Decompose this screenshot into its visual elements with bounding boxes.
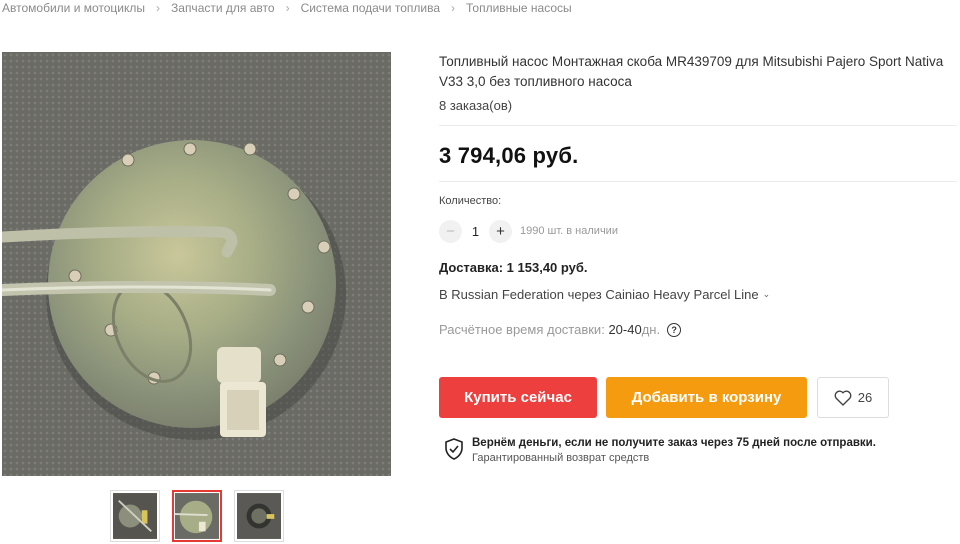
delivery-time: Расчётное время доставки: 20-40 дн. ?	[439, 322, 960, 337]
add-to-cart-button[interactable]: Добавить в корзину	[606, 377, 807, 418]
thumbnail-strip	[110, 490, 284, 542]
delivery-time-label: Расчётное время доставки:	[439, 322, 605, 337]
chevron-down-icon: ⌄	[762, 289, 771, 299]
thumbnail-3[interactable]	[234, 490, 284, 542]
delivery-time-suffix: дн.	[641, 322, 661, 337]
orders-count: 8 заказа(ов)	[439, 98, 513, 113]
chevron-right-icon: ›	[285, 1, 290, 15]
quantity-minus-button[interactable]: −	[439, 219, 462, 243]
thumbnail-2-active[interactable]	[172, 490, 222, 542]
quantity-value[interactable]: 1	[462, 224, 489, 239]
delivery-route-label: В Russian Federation через Cainiao Heavy…	[439, 287, 759, 302]
quantity-plus-button[interactable]: +	[489, 219, 512, 243]
delivery-route-selector[interactable]: В Russian Federation через Cainiao Heavy…	[439, 287, 960, 302]
chevron-right-icon: ›	[451, 1, 455, 15]
breadcrumb-item-fuel-system[interactable]: Система подачи топлива	[301, 1, 440, 15]
divider	[439, 125, 957, 126]
stock-available: 1990 шт. в наличии	[520, 225, 618, 237]
product-main-image[interactable]	[2, 52, 391, 476]
divider	[439, 181, 957, 182]
delivery-time-value: 20-40	[608, 322, 642, 337]
product-title: Топливный насос Монтажная скоба MR439709…	[439, 54, 944, 89]
heart-icon	[834, 390, 852, 406]
thumbnail-1[interactable]	[110, 490, 160, 542]
wishlist-count: 26	[857, 390, 873, 405]
buy-now-button[interactable]: Купить сейчас	[439, 377, 597, 418]
chevron-right-icon: ›	[156, 1, 161, 15]
product-price: 3 794,06 руб.	[439, 143, 579, 168]
breadcrumb-item-auto-moto[interactable]: Автомобили и мотоциклы	[2, 1, 145, 15]
guarantee-title: Вернём деньги, если не получите заказ че…	[472, 437, 876, 449]
buyer-protection: Вернём деньги, если не получите заказ че…	[444, 437, 876, 464]
product-info: Топливный насос Монтажная скоба MR439709…	[439, 52, 960, 337]
breadcrumb-item-fuel-pumps[interactable]: Топливные насосы	[466, 1, 572, 15]
purchase-actions: Купить сейчас Добавить в корзину 26	[439, 377, 889, 418]
breadcrumb-item-auto-parts[interactable]: Запчасти для авто	[171, 1, 275, 15]
shield-check-icon	[445, 438, 463, 460]
wishlist-button[interactable]: 26	[817, 377, 889, 418]
quantity-stepper: − 1 + 1990 шт. в наличии	[439, 219, 960, 243]
question-circle-icon[interactable]: ?	[667, 322, 682, 337]
delivery-cost: Доставка: 1 153,40 руб.	[439, 260, 588, 275]
quantity-label: Количество:	[439, 195, 502, 207]
guarantee-subtitle: Гарантированный возврат средств	[472, 452, 650, 464]
breadcrumb: Автомобили и мотоциклы › Запчасти для ав…	[2, 0, 572, 16]
